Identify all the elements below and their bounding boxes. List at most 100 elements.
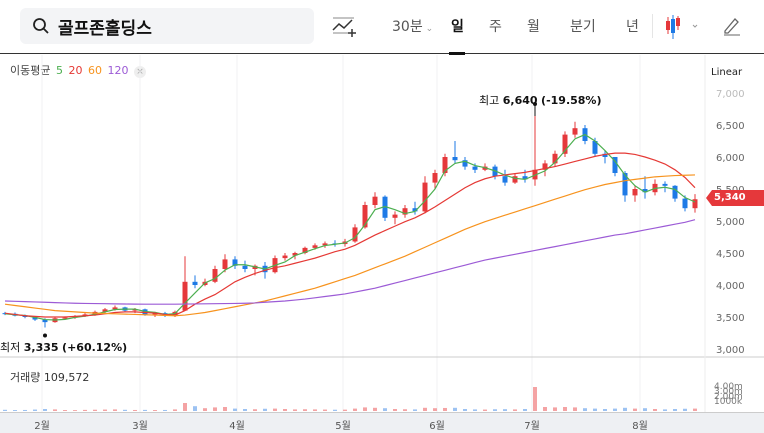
x-tick-label: 8월 [632,421,648,432]
volume-bar [13,410,17,411]
ma-line-120 [4,219,696,305]
volume-bar [63,410,67,411]
volume-bar [533,387,537,411]
volume-bar [453,407,457,411]
y-tick-label: 7,000 [716,89,745,100]
candle-body [472,166,478,170]
candle-body [682,198,688,209]
candle-body [372,196,378,205]
volume-bar [643,408,647,411]
candle-body [392,214,398,218]
ma-line-60 [4,174,696,317]
volume-bar [343,409,347,411]
volume-bar [173,409,177,411]
volume-bar [633,408,637,411]
candle-body [192,281,198,285]
volume-bar [423,407,427,411]
candle-body [182,281,188,311]
candle-body [312,245,318,248]
volume-bar [503,409,507,411]
x-tick-label: 5월 [335,421,351,432]
candle-body [672,185,678,199]
tab-week[interactable]: 주 [489,16,502,36]
volume-legend: 거래량 109,572 [10,371,90,384]
x-axis: 2월 3월 4월 5월 6월 7월 8월 [0,412,764,433]
candle-body [572,128,578,135]
interval-30m-dropdown[interactable]: 30분 ⌄ [392,16,433,36]
volume-bar [313,409,317,411]
candle-type-icon[interactable] [664,14,700,40]
volume-bar [213,407,217,411]
candle-body [502,176,508,183]
indicator-add-icon[interactable] [332,16,358,38]
stock-name: 골프존홀딩스 [58,18,152,39]
price-chart[interactable]: 7,0006,5006,0005,5005,0004,5004,0003,500… [0,55,764,412]
volume-bar [463,409,467,411]
divider [652,14,653,38]
candle-body [242,265,248,269]
volume-bar [553,407,557,411]
volume-bar [83,409,87,411]
volume-bar [493,409,497,411]
volume-bar [43,409,47,411]
volume-bar [593,408,597,411]
volume-bar [373,407,377,411]
search-icon [33,18,49,34]
tab-year[interactable]: 년 [626,16,639,36]
volume-bar [143,409,147,411]
volume-bar [333,409,337,411]
volume-bar [203,408,207,411]
y-tick-label: 3,500 [716,313,745,324]
candle-body [632,189,638,196]
volume-bar [93,409,97,411]
volume-bar [523,409,527,411]
tab-day[interactable]: 일 [451,16,464,36]
volume-bar [693,408,697,411]
candle-body [222,259,228,269]
volume-bar [133,409,137,411]
volume-bar [283,409,287,411]
y-tick-label: 4,000 [716,281,745,292]
volume-bar [653,409,657,411]
volume-bar [473,409,477,411]
volume-bar [663,409,667,411]
tab-month[interactable]: 월 [527,16,540,36]
volume-bar [3,409,7,411]
volume-bar [483,409,487,411]
x-tick-label: 4월 [229,421,245,432]
candle-body [422,182,428,212]
volume-bar [273,408,277,411]
volume-bar [413,409,417,411]
volume-bar [103,409,107,411]
volume-bar [393,409,397,411]
volume-bar [263,408,267,411]
volume-bar [363,407,367,411]
y-tick-label: 6,500 [716,121,745,132]
volume-bar [243,409,247,411]
candle-body [452,157,458,161]
volume-bar [193,406,197,411]
volume-bar [403,409,407,411]
volume-bar [623,407,627,411]
x-tick-label: 3월 [132,421,148,432]
toolbar: 골프존홀딩스 30분 ⌄ 일 주 월 분기 년 [0,0,764,55]
volume-bar [113,409,117,411]
volume-bar [123,409,127,411]
x-tick-label: 7월 [524,421,540,432]
volume-bar [433,408,437,411]
volume-bar [73,410,77,411]
tab-quarter[interactable]: 분기 [570,16,596,36]
volume-bar [443,407,447,411]
volume-bar [603,409,607,411]
volume-bar [303,409,307,411]
low-dot [43,333,47,338]
volume-bar [323,409,327,411]
volume-bar [293,409,297,411]
stock-search-input[interactable]: 골프존홀딩스 [20,8,314,44]
pencil-icon[interactable] [722,16,742,36]
volume-axis-label: 1000k [714,397,743,407]
y-tick-label: 4,500 [716,249,745,260]
volume-bar [583,408,587,411]
volume-bar [223,407,227,411]
y-tick-label: 3,000 [716,345,745,356]
